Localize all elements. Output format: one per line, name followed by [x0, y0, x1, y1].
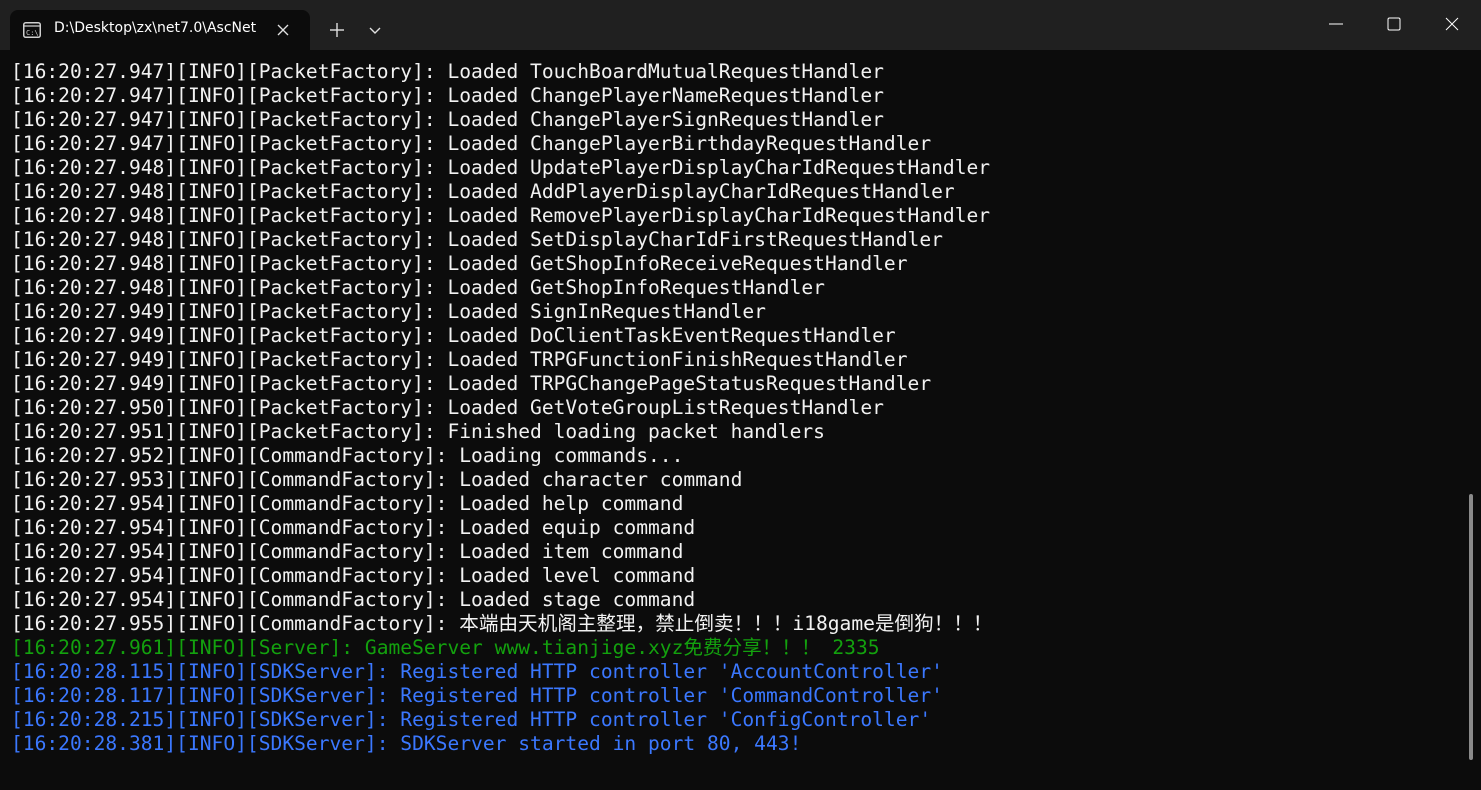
console-line: [16:20:27.947][INFO][PacketFactory]: Loa… [11, 132, 932, 155]
console-line: [16:20:27.948][INFO][PacketFactory]: Loa… [11, 180, 955, 203]
console-line: [16:20:27.948][INFO][PacketFactory]: Loa… [11, 156, 991, 179]
console-line: [16:20:27.947][INFO][PacketFactory]: Loa… [11, 60, 884, 83]
close-window-button[interactable] [1423, 0, 1481, 48]
console-line: [16:20:28.381][INFO][SDKServer]: SDKServ… [11, 732, 802, 755]
console-line: [16:20:27.954][INFO][CommandFactory]: Lo… [11, 516, 696, 539]
terminal-tab[interactable]: C:\ D:\Desktop\zx\net7.0\AscNet [10, 10, 310, 50]
terminal-icon: C:\ [23, 22, 41, 38]
maximize-button[interactable] [1365, 0, 1423, 48]
console-line: [16:20:28.117][INFO][SDKServer]: Registe… [11, 684, 943, 707]
console-line: [16:20:27.949][INFO][PacketFactory]: Loa… [11, 324, 896, 347]
minimize-icon [1329, 23, 1343, 25]
console-line: [16:20:27.954][INFO][CommandFactory]: Lo… [11, 564, 696, 587]
console-line: [16:20:27.947][INFO][PacketFactory]: Loa… [11, 84, 884, 107]
chevron-down-icon[interactable] [362, 18, 388, 44]
tab-title: D:\Desktop\zx\net7.0\AscNet [54, 20, 257, 36]
console-line: [16:20:27.948][INFO][PacketFactory]: Loa… [11, 252, 908, 275]
console-line: [16:20:27.949][INFO][PacketFactory]: Loa… [11, 300, 766, 323]
scrollbar-thumb[interactable] [1469, 494, 1473, 760]
console-line: [16:20:27.947][INFO][PacketFactory]: Loa… [11, 108, 884, 131]
console-line: [16:20:27.954][INFO][CommandFactory]: Lo… [11, 492, 684, 515]
console-line: [16:20:28.215][INFO][SDKServer]: Registe… [11, 708, 932, 731]
console-line: [16:20:27.951][INFO][PacketFactory]: Fin… [11, 420, 825, 443]
console-line: [16:20:27.961][INFO][Server]: GameServer… [11, 636, 880, 659]
minimize-button[interactable] [1307, 0, 1365, 48]
console-output[interactable]: [16:20:27.947][INFO][PacketFactory]: Loa… [0, 60, 1462, 790]
close-icon [1445, 17, 1459, 31]
maximize-icon [1387, 17, 1401, 31]
console-line: [16:20:27.953][INFO][CommandFactory]: Lo… [11, 468, 743, 491]
console-line: [16:20:27.950][INFO][PacketFactory]: Loa… [11, 396, 884, 419]
console-line: [16:20:27.949][INFO][PacketFactory]: Loa… [11, 372, 932, 395]
terminal-window: C:\ D:\Desktop\zx\net7.0\AscNet [16:20:2… [0, 0, 1481, 790]
console-line: [16:20:27.954][INFO][CommandFactory]: Lo… [11, 588, 696, 611]
console-line: [16:20:28.115][INFO][SDKServer]: Registe… [11, 660, 943, 683]
close-icon[interactable] [274, 21, 292, 39]
console-line: [16:20:27.954][INFO][CommandFactory]: Lo… [11, 540, 684, 563]
console-line: [16:20:27.952][INFO][CommandFactory]: Lo… [11, 444, 684, 467]
plus-icon[interactable] [322, 15, 352, 45]
title-bar[interactable]: C:\ D:\Desktop\zx\net7.0\AscNet [0, 0, 1481, 50]
console-line: [16:20:27.955][INFO][CommandFactory]: 本端… [11, 612, 993, 635]
console-line: [16:20:27.949][INFO][PacketFactory]: Loa… [11, 348, 908, 371]
svg-text:C:\: C:\ [26, 29, 39, 37]
console-line: [16:20:27.948][INFO][PacketFactory]: Loa… [11, 204, 991, 227]
console-line: [16:20:27.948][INFO][PacketFactory]: Loa… [11, 228, 943, 251]
console-line: [16:20:27.948][INFO][PacketFactory]: Loa… [11, 276, 825, 299]
